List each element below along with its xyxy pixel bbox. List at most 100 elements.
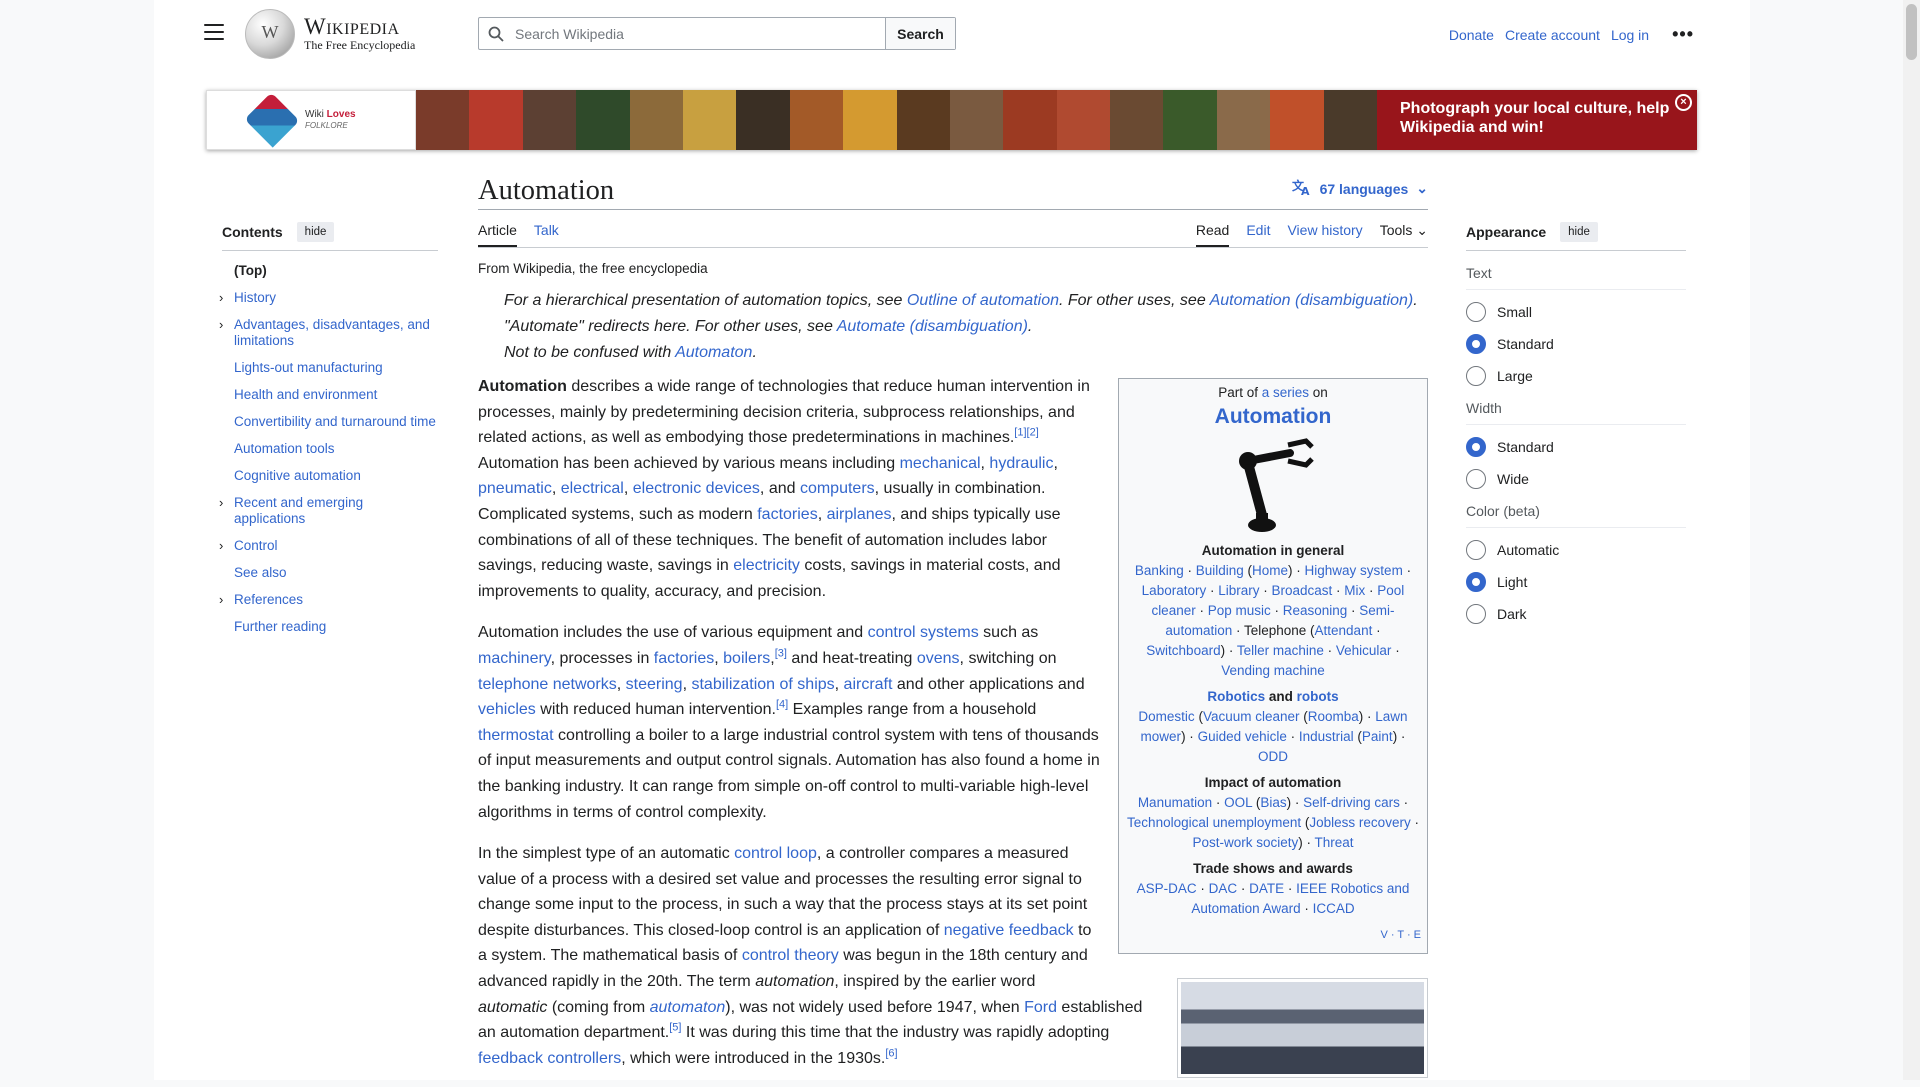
inline-link[interactable]: Automation (disambiguation) — [1210, 292, 1414, 309]
tab-talk[interactable]: Talk — [534, 222, 559, 247]
inline-link[interactable]: DATE — [1249, 881, 1284, 896]
inline-link[interactable]: Roomba — [1308, 709, 1359, 724]
inline-link[interactable]: electronic devices — [633, 480, 760, 497]
inline-link[interactable]: Post-work society — [1192, 835, 1298, 850]
inline-link[interactable]: Vending machine — [1221, 663, 1325, 678]
citation-ref[interactable]: [4] — [776, 699, 788, 711]
inline-link[interactable]: Attendant — [1315, 623, 1373, 638]
inline-link[interactable]: Highway system — [1305, 563, 1403, 578]
search-input[interactable] — [513, 18, 885, 49]
navbox-vte-links[interactable]: V · T · E — [1125, 925, 1421, 945]
inline-link[interactable]: thermostat — [478, 727, 554, 744]
radio-button[interactable] — [1466, 540, 1486, 560]
campaign-banner[interactable]: Wiki Loves FOLKLORE Photograph your loca… — [206, 90, 1697, 150]
radio-button[interactable] — [1466, 604, 1486, 624]
inline-link[interactable]: Library — [1218, 583, 1259, 598]
vte-label[interactable]: V · T · E — [1380, 929, 1421, 941]
banner-cta[interactable]: Photograph your local culture, help Wiki… — [1377, 90, 1697, 150]
radio-button[interactable] — [1466, 437, 1486, 457]
inline-link[interactable]: Ford — [1024, 999, 1057, 1016]
inline-link[interactable]: Technological unemployment — [1127, 815, 1301, 830]
inline-link[interactable]: ODD — [1258, 749, 1288, 764]
inline-link[interactable]: Vehicular — [1336, 643, 1392, 658]
inline-link[interactable]: Paint — [1362, 729, 1393, 744]
radio-button[interactable] — [1466, 302, 1486, 322]
inline-link[interactable]: airplanes — [827, 506, 892, 523]
inline-link[interactable]: telephone networks — [478, 676, 617, 693]
tab-view-history[interactable]: View history — [1287, 222, 1362, 247]
toc-item[interactable]: › History — [219, 290, 438, 306]
toc-item[interactable]: Health and environment — [222, 387, 438, 403]
inline-link[interactable]: ICCAD — [1313, 901, 1355, 916]
toc-item[interactable]: See also — [222, 565, 438, 581]
inline-link[interactable]: Reasoning — [1283, 603, 1348, 618]
inline-link[interactable]: computers — [800, 480, 875, 497]
appearance-option[interactable]: Light — [1466, 572, 1686, 592]
inline-link[interactable]: Laboratory — [1142, 583, 1207, 598]
inline-link[interactable]: robots — [1297, 689, 1339, 704]
radio-button[interactable] — [1466, 366, 1486, 386]
appearance-option[interactable]: Standard — [1466, 334, 1686, 354]
citation-ref[interactable]: [6] — [885, 1048, 897, 1060]
inline-link[interactable]: mechanical — [900, 455, 981, 472]
language-button[interactable]: 文A 67 languages ⌄ — [1292, 178, 1428, 199]
inline-link[interactable]: Banking — [1135, 563, 1184, 578]
inline-link[interactable]: control loop — [734, 845, 817, 862]
toc-item[interactable]: Convertibility and turnaround time — [222, 414, 438, 430]
inline-link[interactable]: Vacuum cleaner — [1203, 709, 1300, 724]
vertical-scrollbar[interactable] — [1903, 0, 1920, 1080]
search-button[interactable]: Search — [885, 18, 955, 49]
wikipedia-logo[interactable]: Wikipedia The Free Encyclopedia — [245, 9, 415, 59]
chevron-right-icon[interactable]: › — [219, 538, 223, 554]
inline-link[interactable]: Jobless recovery — [1309, 815, 1410, 830]
chevron-right-icon[interactable]: › — [219, 592, 223, 608]
inline-link[interactable]: electricity — [733, 557, 800, 574]
inline-link[interactable]: Threat — [1315, 835, 1354, 850]
citation-ref[interactable]: [5] — [669, 1022, 681, 1034]
inline-link[interactable]: Broadcast — [1271, 583, 1332, 598]
toc-item[interactable]: › References — [219, 592, 438, 608]
appearance-option[interactable]: Standard — [1466, 437, 1686, 457]
inline-link[interactable]: ASP-DAC — [1137, 881, 1197, 896]
inline-link[interactable]: hydraulic — [989, 455, 1053, 472]
toc-item[interactable]: Automation tools — [222, 441, 438, 457]
inline-link[interactable]: Building — [1196, 563, 1244, 578]
inline-link[interactable]: automaton — [650, 999, 726, 1016]
inline-link[interactable]: Self-driving cars — [1303, 795, 1400, 810]
inline-link[interactable]: OOL — [1224, 795, 1252, 810]
tab-article[interactable]: Article — [478, 222, 517, 247]
inline-link[interactable]: stabilization of ships — [691, 676, 834, 693]
infobox-series-link[interactable]: a series — [1262, 385, 1309, 400]
inline-link[interactable]: Outline of automation — [907, 292, 1059, 309]
appearance-option[interactable]: Automatic — [1466, 540, 1686, 560]
toc-item[interactable]: › Advantages, disadvantages, and limitati… — [219, 317, 438, 349]
inline-link[interactable]: steering — [626, 676, 683, 693]
inline-link[interactable]: Domestic — [1138, 709, 1194, 724]
inline-link[interactable]: feedback controllers — [478, 1050, 621, 1067]
inline-link[interactable]: Automaton — [675, 344, 752, 361]
inline-link[interactable]: Robotics — [1207, 689, 1265, 704]
inline-link[interactable]: machinery — [478, 650, 551, 667]
log-in-link[interactable]: Log in — [1611, 27, 1649, 43]
inline-link[interactable]: pneumatic — [478, 480, 552, 497]
inline-link[interactable]: factories — [757, 506, 817, 523]
inline-link[interactable]: Guided vehicle — [1198, 729, 1287, 744]
toc-item[interactable]: › Recent and emerging applications — [219, 495, 438, 527]
toc-item[interactable]: (Top) — [222, 263, 438, 279]
toc-item[interactable]: Lights-out manufacturing — [222, 360, 438, 376]
more-options-icon[interactable]: ••• — [1672, 24, 1694, 45]
inline-link[interactable]: Pop music — [1208, 603, 1271, 618]
chevron-right-icon[interactable]: › — [219, 317, 223, 333]
chevron-right-icon[interactable]: › — [219, 495, 223, 511]
inline-link[interactable]: Automate (disambiguation) — [837, 318, 1028, 335]
appearance-option[interactable]: Dark — [1466, 604, 1686, 624]
inline-link[interactable]: negative feedback — [944, 922, 1074, 939]
donate-link[interactable]: Donate — [1449, 27, 1494, 43]
citation-ref[interactable]: [1][2] — [1014, 427, 1038, 439]
inline-link[interactable]: ovens — [917, 650, 960, 667]
inline-link[interactable]: Home — [1252, 563, 1288, 578]
radio-button[interactable] — [1466, 334, 1486, 354]
main-menu-button[interactable] — [204, 24, 224, 40]
inline-link[interactable]: Bias — [1260, 795, 1286, 810]
appearance-option[interactable]: Wide — [1466, 469, 1686, 489]
